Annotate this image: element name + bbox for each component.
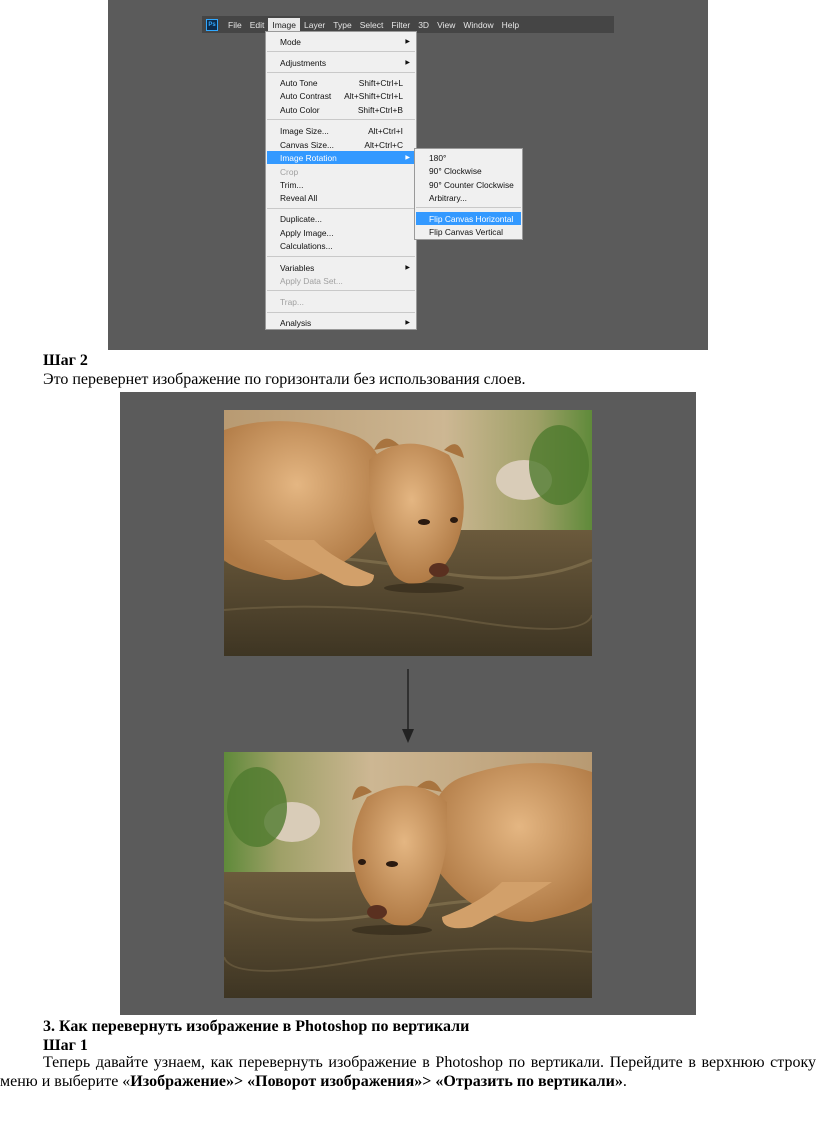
menu-item-duplicate[interactable]: Duplicate...	[267, 212, 415, 225]
menu-help[interactable]: Help	[498, 18, 523, 32]
menu-item-flip-canvas-vertical[interactable]: Flip Canvas Vertical	[416, 225, 521, 238]
menu-separator	[267, 290, 415, 291]
menu-item-rotate-180[interactable]: 180°	[416, 151, 521, 164]
flip-comparison-panel	[120, 392, 696, 1015]
menu-item-trap: Trap...	[280, 296, 304, 307]
menu-image[interactable]: Image	[268, 17, 300, 32]
photoshop-logo-icon: Ps	[206, 18, 218, 31]
submenu-arrow-icon: ▶	[405, 320, 410, 326]
menu-type[interactable]: Type	[329, 18, 355, 32]
menu-separator	[416, 207, 521, 208]
step2-text: Это перевернет изображение по горизонтал…	[43, 371, 526, 388]
menu-item-image-rotation[interactable]: Image Rotation ▶	[267, 151, 415, 164]
image-rotation-submenu: 180° 90° Clockwise 90° Counter Clockwise…	[414, 148, 523, 240]
menu-window[interactable]: Window	[459, 18, 497, 32]
menu-item-auto-contrast[interactable]: Auto Contrast Alt+Shift+Ctrl+L	[267, 89, 415, 102]
step2-heading: Шаг 2	[43, 352, 88, 369]
menu-layer[interactable]: Layer	[300, 18, 329, 32]
photoshop-screenshot: Ps File Edit Image Layer Type Select Fil…	[108, 0, 708, 350]
submenu-arrow-icon: ▶	[405, 265, 410, 271]
menu-item-rotate-90-cw[interactable]: 90° Clockwise	[416, 164, 521, 177]
section3-heading: 3. Как перевернуть изображение в Photosh…	[43, 1018, 470, 1035]
menu-item-reveal-all[interactable]: Reveal All	[267, 191, 415, 204]
menu-item-image-size[interactable]: Image Size... Alt+Ctrl+I	[267, 124, 415, 137]
menu-filter[interactable]: Filter	[387, 18, 414, 32]
menu-item-auto-tone[interactable]: Auto Tone Shift+Ctrl+L	[267, 76, 415, 89]
menu-select[interactable]: Select	[356, 18, 388, 32]
menu-item-auto-color[interactable]: Auto Color Shift+Ctrl+B	[267, 103, 415, 116]
menu-item-apply-image[interactable]: Apply Image...	[267, 226, 415, 239]
menu-edit[interactable]: Edit	[246, 18, 269, 32]
image-menu-dropdown: Mode ▶ Adjustments ▶ Auto Tone Shift+Ctrl+L…	[265, 31, 417, 330]
menu-item-canvas-size[interactable]: Canvas Size... Alt+Ctrl+C	[267, 138, 415, 151]
menu-view[interactable]: View	[433, 18, 459, 32]
menu-separator	[267, 312, 415, 313]
menu-item-rotate-90-ccw[interactable]: 90° Counter Clockwise	[416, 178, 521, 191]
menu-separator	[267, 208, 415, 209]
menu-item-calculations[interactable]: Calculations...	[267, 239, 415, 252]
instruction-paragraph: Теперь давайте узнаем, как перевернуть и…	[0, 1054, 816, 1090]
menu-item-variables[interactable]: Variables ▶	[267, 261, 415, 274]
menu-item-trim[interactable]: Trim...	[267, 178, 415, 191]
submenu-arrow-icon: ▶	[405, 155, 410, 161]
submenu-arrow-icon: ▶	[405, 39, 410, 45]
lion-photo-flipped	[224, 752, 592, 998]
menu-item-apply-data-set: Apply Data Set...	[280, 275, 343, 286]
menu-3d[interactable]: 3D	[414, 18, 433, 32]
menu-item-analysis[interactable]: Analysis ▶	[267, 316, 415, 329]
menu-file[interactable]: File	[224, 18, 246, 32]
menu-separator	[267, 72, 415, 73]
menu-item-crop: Crop	[280, 166, 299, 177]
menu-item-mode[interactable]: Mode ▶	[267, 35, 415, 48]
arrow-down-icon	[402, 669, 414, 743]
menu-separator	[267, 256, 415, 257]
lion-photo-original	[224, 410, 592, 656]
submenu-arrow-icon: ▶	[405, 60, 410, 66]
menu-item-arbitrary[interactable]: Arbitrary...	[416, 191, 521, 204]
menu-item-flip-canvas-horizontal[interactable]: Flip Canvas Horizontal	[416, 212, 521, 225]
menu-separator	[267, 51, 415, 52]
menu-separator	[267, 119, 415, 120]
menu-item-adjustments[interactable]: Adjustments ▶	[267, 56, 415, 69]
